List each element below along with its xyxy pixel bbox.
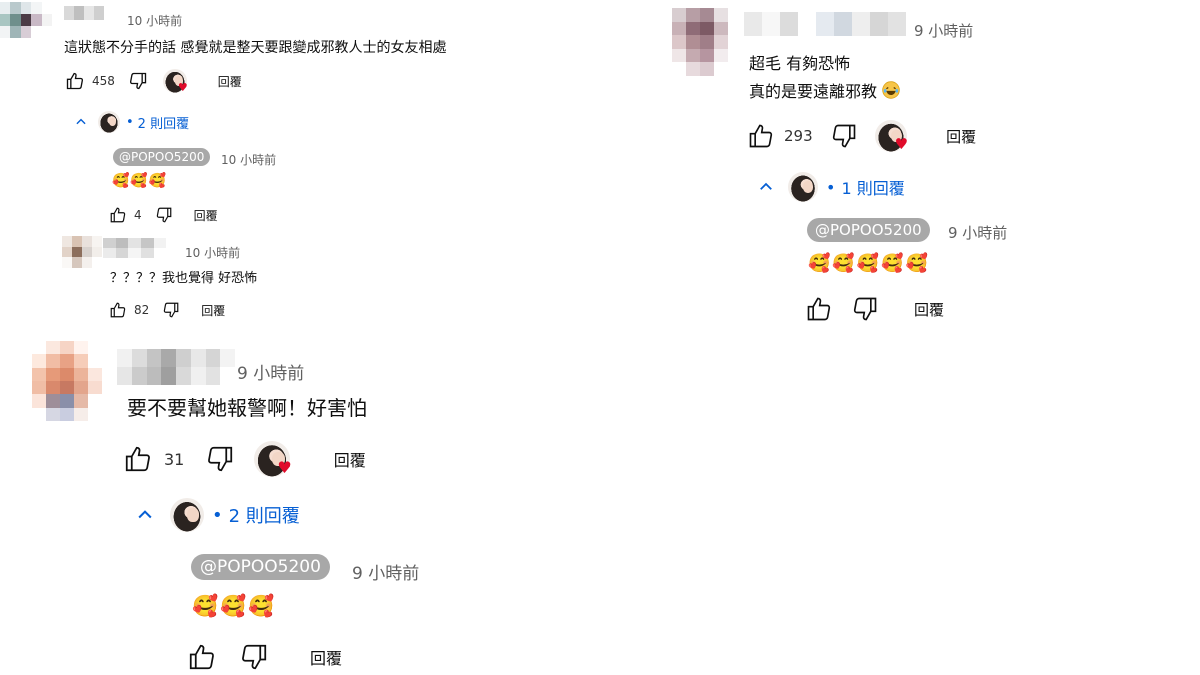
- reply-emoji-text: 🥰🥰🥰: [192, 594, 277, 618]
- commenter-name-pixelated: [117, 349, 235, 385]
- bullet: •: [126, 114, 134, 130]
- reply-time: 9 小時前: [948, 224, 1008, 242]
- replies-count-label: 1 則回覆: [841, 179, 905, 198]
- reply-button[interactable]: 回覆: [914, 299, 944, 320]
- comment-thread-2: 9 小時前 要不要幫她報警啊！好害怕 31 ♥ 回覆 • 2 則回覆 @POPO…: [0, 335, 560, 675]
- reply-emoji-text: 🥰🥰🥰🥰🥰: [808, 253, 931, 274]
- comment-text-line-2: 真的是要遠離邪教: [749, 82, 878, 101]
- comment-time: 10 小時前: [127, 14, 183, 28]
- reply-button[interactable]: 回覆: [310, 645, 342, 669]
- thumb-up-icon[interactable]: [186, 641, 218, 673]
- reply-time: 9 小時前: [352, 564, 420, 584]
- reply-button[interactable]: 回覆: [201, 302, 225, 319]
- reply-action-bar: 82 回覆: [108, 299, 225, 321]
- like-count: 458: [92, 74, 115, 88]
- thumb-up-icon[interactable]: [108, 300, 128, 320]
- thumb-down-icon[interactable]: [154, 205, 174, 225]
- commenter-avatar-pixelated[interactable]: [672, 8, 728, 76]
- heart-icon: ♥: [277, 458, 292, 477]
- heart-icon: ♥: [894, 134, 909, 153]
- comment-text: 要不要幫她報警啊！好害怕: [127, 396, 367, 420]
- reply-action-bar: 回覆: [186, 640, 342, 674]
- thumb-down-icon[interactable]: [127, 70, 149, 92]
- comment-action-bar: 293 ♥ 回覆: [746, 118, 976, 154]
- thumb-down-icon[interactable]: [829, 121, 859, 151]
- comment-text-line-1: 超毛 有夠恐怖: [749, 54, 851, 73]
- thumb-up-icon[interactable]: [804, 294, 834, 324]
- creator-avatar: [788, 172, 818, 202]
- bullet: •: [212, 504, 223, 526]
- commenter-avatar-pixelated[interactable]: [32, 341, 102, 421]
- reply-author-handle[interactable]: @POPOO5200: [807, 218, 930, 242]
- reply-button[interactable]: 回覆: [334, 447, 366, 471]
- reply-action-bar: 4 回覆: [108, 204, 218, 226]
- replies-toggle[interactable]: • 2 則回覆: [132, 497, 300, 533]
- comment-action-bar: 31 ♥ 回覆: [122, 439, 366, 479]
- reply-emoji-text: 🥰🥰🥰: [112, 173, 168, 189]
- reply-button[interactable]: 回覆: [218, 73, 242, 90]
- thumb-up-icon[interactable]: [108, 205, 128, 225]
- bullet: •: [826, 177, 836, 197]
- thumb-down-icon[interactable]: [238, 641, 270, 673]
- reply-time: 10 小時前: [221, 153, 277, 167]
- comment-action-bar: 458 ♥ 回覆: [64, 68, 242, 94]
- commenter-name-pixelated: [64, 6, 104, 20]
- reply-button[interactable]: 回覆: [194, 207, 218, 224]
- comment-time: 9 小時前: [237, 364, 305, 384]
- thumb-up-icon[interactable]: [64, 70, 86, 92]
- thumb-down-icon[interactable]: [161, 300, 181, 320]
- thumb-up-icon[interactable]: [746, 121, 776, 151]
- commenter-avatar-pixelated[interactable]: [0, 2, 52, 38]
- thumb-up-icon[interactable]: [122, 443, 154, 475]
- laughing-emoji: [881, 80, 901, 100]
- commenter-name-pixelated: [744, 12, 906, 36]
- comment-thread-1: 10 小時前 這狀態不分手的話 感覺就是整天要跟變成邪教人士的女友相處 458 …: [0, 0, 560, 330]
- creator-avatar: [170, 498, 204, 532]
- reply-avatar-pixelated[interactable]: [62, 236, 102, 268]
- reply-author-handle[interactable]: @POPOO5200: [191, 554, 330, 580]
- thumb-down-icon[interactable]: [850, 294, 880, 324]
- like-count: 82: [134, 303, 150, 317]
- heart-icon: ♥: [177, 80, 188, 94]
- chevron-up-icon: [132, 502, 158, 528]
- reply-action-bar: 回覆: [804, 293, 944, 325]
- comment-thread-3: 9 小時前 超毛 有夠恐怖 真的是要遠離邪教 293 ♥ 回覆 • 1 則回覆: [660, 0, 1200, 340]
- like-count: 31: [164, 449, 185, 469]
- chevron-up-icon: [72, 113, 90, 131]
- creator-avatar: [98, 111, 120, 133]
- reply-author-name-pixelated: [103, 238, 179, 258]
- replies-toggle[interactable]: • 1 則回覆: [754, 170, 905, 204]
- replies-toggle[interactable]: • 2 則回覆: [72, 110, 189, 134]
- reply-button[interactable]: 回覆: [946, 126, 976, 147]
- like-count: 293: [784, 127, 813, 145]
- replies-count-label: 2 則回覆: [228, 506, 300, 527]
- thumb-down-icon[interactable]: [204, 443, 236, 475]
- like-count: 4: [134, 208, 142, 222]
- comment-text: 這狀態不分手的話 感覺就是整天要跟變成邪教人士的女友相處: [64, 40, 447, 56]
- chevron-up-icon: [754, 175, 778, 199]
- comment-time: 9 小時前: [914, 22, 974, 40]
- comment-text-line-2-row: 真的是要遠離邪教: [749, 78, 901, 102]
- replies-count-label: 2 則回覆: [137, 116, 190, 132]
- reply-author-handle[interactable]: @POPOO5200: [113, 148, 211, 166]
- reply-time: 10 小時前: [185, 246, 241, 260]
- reply-text: ？？？？我也覺得 好恐怖: [110, 271, 258, 286]
